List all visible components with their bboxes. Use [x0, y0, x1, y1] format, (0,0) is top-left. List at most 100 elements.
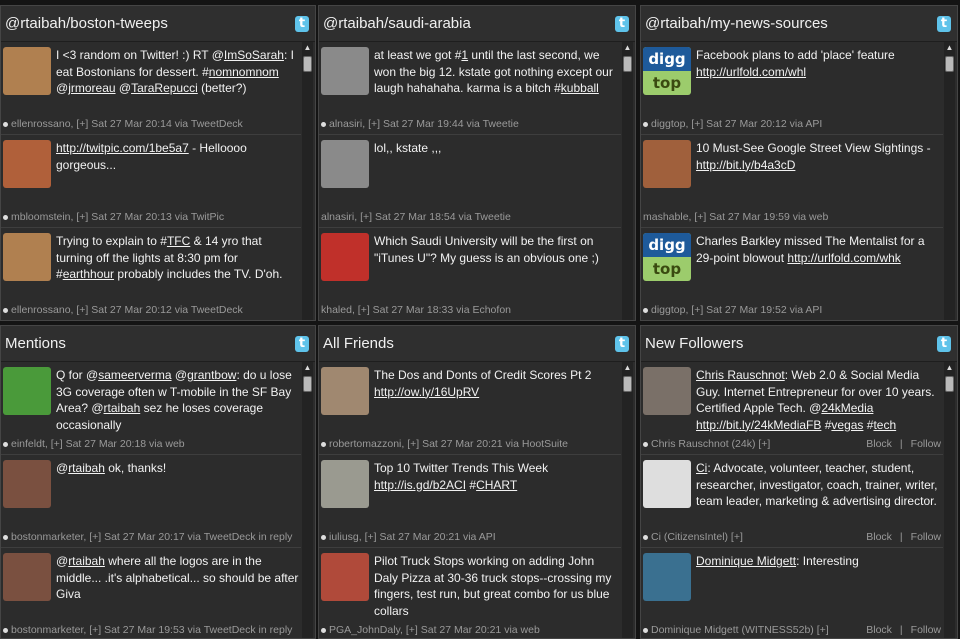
scroll-thumb[interactable]: [303, 56, 312, 72]
tweet-text: Dominique Midgett: Interesting: [696, 553, 941, 570]
tweet-link[interactable]: ImSoSarah: [224, 48, 284, 62]
tweet-text: at least we got #1 until the last second…: [374, 47, 619, 97]
avatar[interactable]: digg top: [643, 233, 691, 281]
tweet-link[interactable]: rtaibah: [68, 554, 105, 568]
avatar[interactable]: [3, 140, 51, 188]
tweet-link[interactable]: rtaibah: [68, 461, 105, 475]
avatar[interactable]: [3, 47, 51, 95]
avatar[interactable]: [643, 553, 691, 601]
tweet-link[interactable]: grantbow: [187, 368, 236, 382]
twitter-icon[interactable]: t: [295, 335, 309, 352]
tweet-meta-text[interactable]: robertomazzoni, [+] Sat 27 Mar 20:21 via…: [329, 438, 568, 450]
block-button[interactable]: Block: [866, 438, 892, 450]
tweet-link[interactable]: kubball: [561, 81, 599, 95]
tweet-link[interactable]: http://urlfold.com/whl: [696, 65, 806, 79]
scroll-up-icon[interactable]: ▲: [302, 362, 313, 374]
tweet-meta-text[interactable]: ellenrossano, [+] Sat 27 Mar 20:14 via T…: [11, 118, 243, 130]
tweet-text-segment: The Dos and Donts of Credit Scores Pt 2: [374, 368, 592, 382]
tweet-meta-text[interactable]: diggtop, [+] Sat 27 Mar 19:52 via API: [651, 304, 822, 316]
tweet-meta-text[interactable]: khaled, [+] Sat 27 Mar 18:33 via Echofon: [321, 304, 511, 316]
tweet-meta-text[interactable]: Chris Rauschnot (24k) [+]: [651, 438, 770, 450]
tweet-link[interactable]: jrmoreau: [68, 81, 115, 95]
scroll-thumb[interactable]: [945, 376, 954, 392]
tweet-meta-text[interactable]: alnasiri, [+] Sat 27 Mar 18:54 via Tweet…: [321, 211, 511, 223]
tweet-link[interactable]: vegas: [831, 418, 863, 432]
avatar[interactable]: [321, 367, 369, 415]
tweet-link[interactable]: Ci: [696, 461, 707, 475]
tweet-link[interactable]: http://twitpic.com/1be5a7: [56, 141, 189, 155]
avatar[interactable]: [321, 460, 369, 508]
avatar[interactable]: [3, 233, 51, 281]
avatar[interactable]: [3, 460, 51, 508]
tweet-meta-text[interactable]: iuliusg, [+] Sat 27 Mar 20:21 via API: [329, 531, 496, 543]
tweet-link[interactable]: http://urlfold.com/whk: [787, 251, 900, 265]
tweet-meta-text[interactable]: mbloomstein, [+] Sat 27 Mar 20:13 via Tw…: [11, 211, 224, 223]
tweet-link[interactable]: tech: [873, 418, 896, 432]
column-title: New Followers: [645, 335, 744, 352]
avatar[interactable]: [643, 367, 691, 415]
scrollbar[interactable]: ▲: [944, 42, 955, 320]
avatar[interactable]: [321, 233, 369, 281]
tweet-link[interactable]: nomnomnom: [209, 65, 279, 79]
scroll-thumb[interactable]: [945, 56, 954, 72]
avatar[interactable]: digg top: [643, 47, 691, 95]
tweet-meta-text[interactable]: mashable, [+] Sat 27 Mar 19:59 via web: [643, 211, 828, 223]
scrollbar[interactable]: ▲: [622, 42, 633, 320]
avatar[interactable]: [321, 47, 369, 95]
tweet-meta-text[interactable]: diggtop, [+] Sat 27 Mar 20:12 via API: [651, 118, 822, 130]
scroll-thumb[interactable]: [303, 376, 312, 392]
scroll-up-icon[interactable]: ▲: [302, 42, 313, 54]
scroll-up-icon[interactable]: ▲: [622, 42, 633, 54]
tweet-link[interactable]: TFC: [167, 234, 190, 248]
tweet-meta-text[interactable]: Ci (CitizensIntel) [+]: [651, 531, 743, 543]
block-button[interactable]: Block: [866, 624, 892, 636]
avatar[interactable]: [3, 553, 51, 601]
tweet-text-segment: ok, thanks!: [104, 461, 167, 475]
scrollbar[interactable]: ▲: [302, 42, 313, 320]
tweet-link[interactable]: http://bit.ly/b4a3cD: [696, 158, 795, 172]
column-header: @rtaibah/saudi-arabia t: [319, 6, 635, 42]
avatar[interactable]: [643, 460, 691, 508]
scrollbar[interactable]: ▲: [302, 362, 313, 638]
tweet-text-segment: #: [863, 417, 874, 432]
block-button[interactable]: Block: [866, 531, 892, 543]
scrollbar[interactable]: ▲: [622, 362, 633, 638]
tweet-meta-text[interactable]: einfeldt, [+] Sat 27 Mar 20:18 via web: [11, 438, 185, 450]
tweet-meta-text[interactable]: bostonmarketer, [+] Sat 27 Mar 20:17 via…: [11, 531, 292, 543]
tweet-meta-text[interactable]: PGA_JohnDaly, [+] Sat 27 Mar 20:21 via w…: [329, 624, 540, 636]
tweet-link[interactable]: sameerverma: [98, 368, 171, 382]
scroll-thumb[interactable]: [623, 56, 632, 72]
twitter-icon[interactable]: t: [937, 335, 951, 352]
tweet-link[interactable]: rtaibah: [104, 401, 141, 415]
follow-button[interactable]: Follow: [911, 624, 941, 636]
avatar[interactable]: [321, 553, 369, 601]
avatar[interactable]: [321, 140, 369, 188]
tweet-link[interactable]: CHART: [476, 478, 517, 492]
tweet-link[interactable]: Dominique Midgett: [696, 554, 796, 568]
avatar[interactable]: [643, 140, 691, 188]
scroll-thumb[interactable]: [623, 376, 632, 392]
tweet-link[interactable]: http://is.gd/b2ACI: [374, 478, 466, 492]
scroll-up-icon[interactable]: ▲: [944, 42, 955, 54]
tweet-meta-text[interactable]: ellenrossano, [+] Sat 27 Mar 20:12 via T…: [11, 304, 243, 316]
tweet-link[interactable]: earthhour: [63, 267, 114, 281]
follow-button[interactable]: Follow: [911, 531, 941, 543]
twitter-icon[interactable]: t: [295, 15, 309, 32]
twitter-icon[interactable]: t: [937, 15, 951, 32]
tweet-meta-text[interactable]: alnasiri, [+] Sat 27 Mar 19:44 via Tweet…: [329, 118, 519, 130]
tweet-meta-text[interactable]: Dominique Midgett (WITNESS52b) [+]: [651, 624, 829, 636]
tweet-link[interactable]: Chris Rauschnot: [696, 368, 785, 382]
tweet-meta-text[interactable]: bostonmarketer, [+] Sat 27 Mar 19:53 via…: [11, 624, 292, 636]
twitter-icon[interactable]: t: [615, 15, 629, 32]
tweet-link[interactable]: http://ow.ly/16UpRV: [374, 385, 479, 399]
tweet-link[interactable]: 24kMedia: [821, 401, 873, 415]
tweet-link[interactable]: TaraRepucci: [131, 81, 198, 95]
follow-button[interactable]: Follow: [911, 438, 941, 450]
scrollbar[interactable]: ▲: [944, 362, 955, 638]
scroll-up-icon[interactable]: ▲: [622, 362, 633, 374]
scroll-up-icon[interactable]: ▲: [944, 362, 955, 374]
avatar[interactable]: [3, 367, 51, 415]
tweet: lol,, kstate ,,, alnasiri, [+] Sat 27 Ma…: [319, 135, 621, 228]
tweet-link[interactable]: http://bit.ly/24kMediaFB: [696, 418, 821, 432]
twitter-icon[interactable]: t: [615, 335, 629, 352]
